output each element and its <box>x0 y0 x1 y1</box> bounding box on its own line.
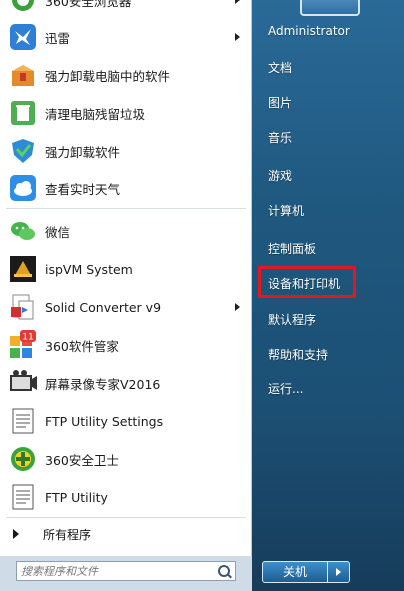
program-screen-recorder[interactable]: 屏幕录像专家V2016 <box>0 365 252 401</box>
program-xunlei[interactable]: 迅雷 <box>0 19 252 55</box>
program-label: FTP Utility Settings <box>45 413 164 429</box>
program-ispvm[interactable]: ispVM System <box>0 251 252 287</box>
screen-recorder-icon <box>8 368 38 398</box>
highlight-box <box>258 266 356 298</box>
program-weather[interactable]: 查看实时天气 <box>0 170 252 206</box>
program-label: 查看实时天气 <box>45 181 121 197</box>
triangle-right-icon <box>13 529 19 539</box>
shutdown-options-button[interactable] <box>328 561 350 583</box>
program-label: 微信 <box>45 224 71 240</box>
360-security-guard-icon <box>8 444 38 474</box>
right-item-run[interactable]: 运行... <box>268 380 303 397</box>
ftp-utility-icon <box>8 482 38 512</box>
submenu-arrow-icon[interactable] <box>235 33 240 41</box>
user-administrator[interactable]: Administrator <box>268 24 350 38</box>
program-label: 强力卸载电脑中的软件 <box>45 68 171 84</box>
right-item-control-panel[interactable]: 控制面板 <box>268 240 316 257</box>
program-uninstall-software[interactable]: 强力卸载电脑中的软件 <box>0 57 252 93</box>
program-label: 360安全卫士 <box>45 452 119 468</box>
search-icon[interactable] <box>218 565 230 577</box>
arrow-right-icon <box>336 568 341 576</box>
submenu-arrow-icon[interactable] <box>235 303 240 311</box>
program-ftp-utility-settings[interactable]: FTP Utility Settings <box>0 403 252 439</box>
program-clean-junk[interactable]: 清理电脑残留垃圾 <box>0 95 252 131</box>
program-label: Solid Converter v9 <box>45 299 162 315</box>
ftp-settings-icon <box>8 406 38 436</box>
program-label: 屏幕录像专家V2016 <box>45 376 161 392</box>
program-label: 360安全浏览器 <box>45 0 132 9</box>
separator <box>6 208 246 209</box>
right-item-computer[interactable]: 计算机 <box>268 202 304 219</box>
right-item-default-programs[interactable]: 默认程序 <box>268 311 316 328</box>
ispvm-icon <box>8 254 38 284</box>
recycle-bin-icon <box>8 98 38 128</box>
program-wechat[interactable]: 微信 <box>0 213 252 249</box>
xunlei-icon <box>8 22 38 52</box>
search-input[interactable] <box>21 563 211 579</box>
programs-panel: 360安全浏览器 迅雷 强力卸载电脑中的软件 清理电脑残留垃圾 强力卸载软件 查… <box>0 0 252 556</box>
program-label: 清理电脑残留垃圾 <box>45 106 146 122</box>
badge-count: 11 <box>22 333 33 343</box>
search-box[interactable] <box>16 561 236 581</box>
program-power-uninstall[interactable]: 强力卸载软件 <box>0 133 252 169</box>
wechat-icon <box>8 216 38 246</box>
weather-cloud-icon <box>8 173 38 203</box>
start-menu: 360安全浏览器 迅雷 强力卸载电脑中的软件 清理电脑残留垃圾 强力卸载软件 查… <box>0 0 404 591</box>
right-item-games[interactable]: 游戏 <box>268 167 292 184</box>
separator <box>6 517 246 518</box>
program-360-security-guard[interactable]: 360安全卫士 <box>0 441 252 477</box>
search-area <box>0 556 252 591</box>
program-solid-converter[interactable]: Solid Converter v9 <box>0 289 252 325</box>
shield-uninstall-icon <box>8 136 38 166</box>
all-programs-label: 所有程序 <box>43 528 92 542</box>
360-software-manager-icon: 11 <box>8 330 38 360</box>
360-browser-icon <box>8 0 38 15</box>
program-ftp-utility[interactable]: FTP Utility <box>0 479 252 515</box>
program-label: ispVM System <box>45 261 133 277</box>
program-label: FTP Utility <box>45 489 108 505</box>
right-item-help-support[interactable]: 帮助和支持 <box>268 346 328 363</box>
all-programs-button[interactable]: 所有程序 <box>0 520 252 548</box>
shutdown-button[interactable]: 关机 <box>262 561 328 583</box>
solid-converter-icon <box>8 292 38 322</box>
program-label: 强力卸载软件 <box>45 144 121 160</box>
program-label: 迅雷 <box>45 30 71 46</box>
program-360-software-manager[interactable]: 11 360软件管家 <box>0 327 252 363</box>
uninstaller-box-icon <box>8 60 38 90</box>
program-360-browser[interactable]: 360安全浏览器 <box>0 0 252 18</box>
right-item-pictures[interactable]: 图片 <box>268 94 292 111</box>
right-item-documents[interactable]: 文档 <box>268 59 292 76</box>
program-label: 360软件管家 <box>45 338 119 354</box>
submenu-arrow-icon[interactable] <box>235 0 240 4</box>
right-item-music[interactable]: 音乐 <box>268 129 292 146</box>
user-picture[interactable] <box>300 0 360 16</box>
